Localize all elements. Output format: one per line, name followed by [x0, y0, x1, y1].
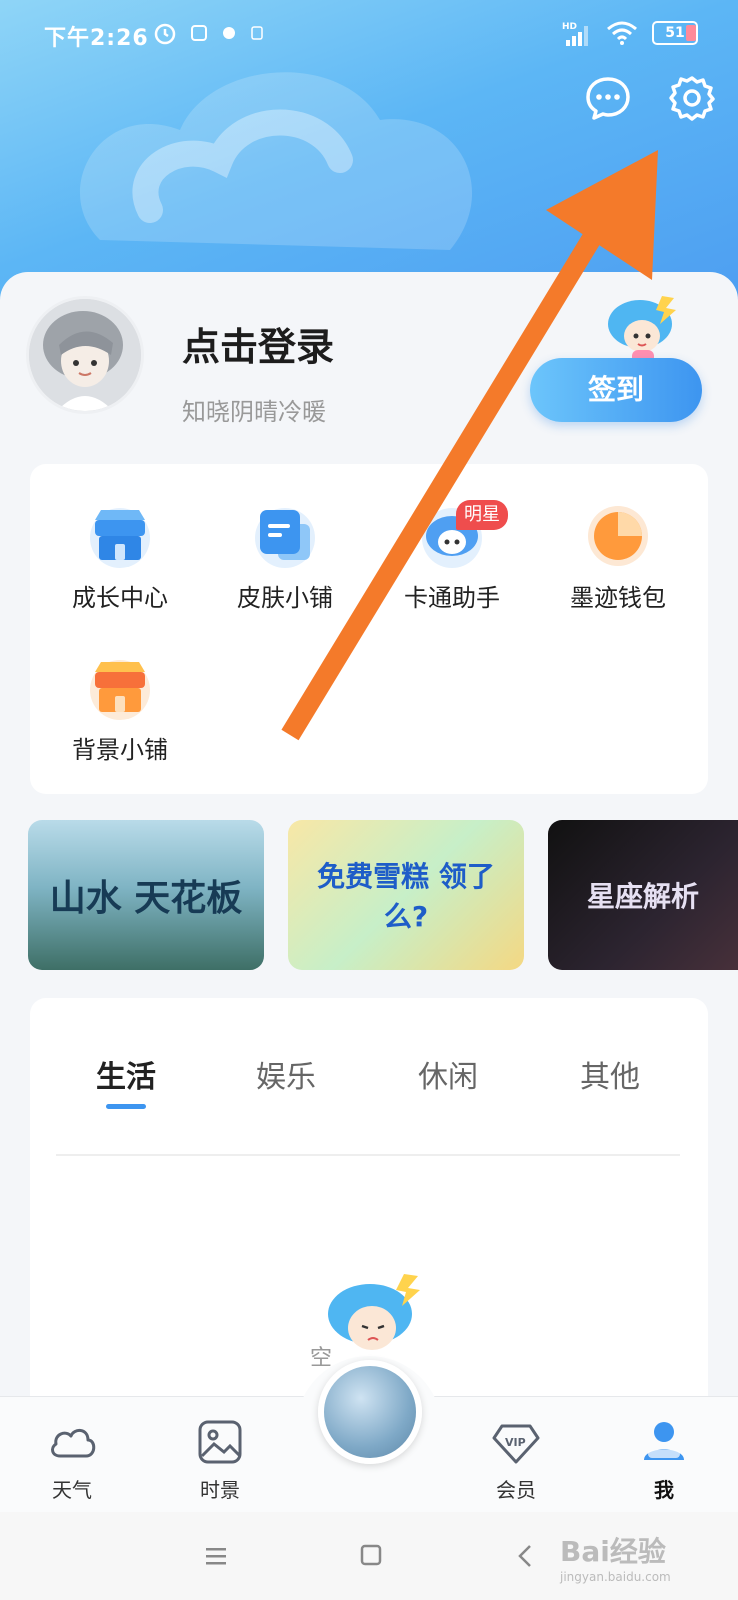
watermark-url: jingyan.baidu.com: [560, 1570, 671, 1584]
back-icon[interactable]: [506, 1540, 546, 1572]
banner-horoscope[interactable]: 星座解析: [548, 820, 738, 970]
tab-life[interactable]: 生活: [96, 1052, 156, 1096]
wallet-pie-icon: [588, 506, 648, 566]
banner-text: 星座解析: [586, 880, 699, 913]
profile-slogan: 知晓阴晴冷暖: [182, 398, 326, 426]
nav-label: 我: [654, 1478, 674, 1502]
tool-label: 背景小铺: [72, 736, 168, 764]
nav-label: 会员: [496, 1478, 536, 1502]
status-bar: 下午2:26 HD 51: [0, 0, 738, 70]
gear-icon: [669, 76, 715, 121]
status-notification-icons: [152, 20, 264, 46]
svg-text:VIP: VIP: [505, 1436, 526, 1449]
empty-state-mascot-icon: [328, 1274, 420, 1350]
watermark-brand: Bai经验: [560, 1535, 666, 1568]
star-badge: 明星: [456, 500, 508, 530]
menu-icon[interactable]: [196, 1540, 236, 1572]
tool-growth-center[interactable]: 成长中心: [40, 500, 200, 613]
home-icon[interactable]: [350, 1540, 390, 1572]
tool-moji-wallet[interactable]: 墨迹钱包: [538, 500, 698, 613]
shop-orange-icon: [90, 660, 150, 720]
tool-label: 成长中心: [72, 584, 168, 612]
nav-weather[interactable]: 天气: [22, 1416, 122, 1503]
banner-text: 免费雪糕 领了么?: [317, 860, 495, 933]
svg-text:HD: HD: [562, 22, 577, 32]
tab-entertainment[interactable]: 娱乐: [256, 1052, 316, 1096]
shop-blue-icon: [90, 508, 150, 568]
banner-landscape[interactable]: 山水 天花板: [28, 820, 264, 970]
vip-diamond-icon: VIP: [492, 1424, 540, 1464]
cloud-icon: [51, 1429, 96, 1458]
nav-vip[interactable]: VIP 会员: [466, 1416, 566, 1503]
message-button[interactable]: [584, 74, 632, 122]
tool-label: 墨迹钱包: [570, 584, 666, 612]
weather-notification-icon: [223, 27, 235, 39]
banner-ice-cream[interactable]: 免费雪糕 领了么?: [288, 820, 524, 970]
picture-icon: [198, 1420, 242, 1464]
nav-timescape[interactable]: 时景: [170, 1416, 270, 1503]
checkin-button[interactable]: 签到: [530, 358, 702, 422]
battery-indicator: 51: [652, 21, 698, 45]
nav-label: 天气: [52, 1478, 92, 1502]
wifi-icon: [607, 21, 637, 45]
mascot-icon: [608, 296, 676, 364]
signal-icon: HD: [562, 22, 588, 46]
tool-skin-shop[interactable]: 皮肤小铺: [205, 500, 365, 613]
tool-cartoon-assistant[interactable]: 卡通助手: [372, 500, 532, 613]
settings-button[interactable]: [668, 74, 716, 122]
tool-label: 卡通助手: [404, 584, 500, 612]
active-tab-indicator: [106, 1104, 146, 1109]
cloud-decoration: [79, 72, 473, 250]
app-notification-icon: [191, 25, 207, 41]
chat-bubble-icon: [586, 77, 630, 120]
nav-label: 时景: [200, 1478, 240, 1502]
skin-doc-icon: [255, 508, 315, 568]
tool-label: 皮肤小铺: [237, 584, 333, 612]
tabs-divider: [56, 1154, 680, 1156]
login-title[interactable]: 点击登录: [182, 316, 334, 371]
center-live-button[interactable]: [318, 1360, 422, 1464]
default-avatar-icon: [29, 299, 141, 411]
nav-me[interactable]: 我: [614, 1416, 714, 1503]
status-system-icons: HD 51: [562, 20, 698, 46]
tab-other[interactable]: 其他: [580, 1052, 640, 1096]
alarm-icon: [154, 23, 176, 45]
user-icon: [644, 1422, 684, 1460]
banner-text: 山水 天花板: [49, 877, 243, 919]
avatar[interactable]: [26, 296, 144, 414]
watermark: Bai经验 jingyan.baidu.com: [560, 1530, 671, 1584]
app-small-icon: [251, 26, 263, 40]
tab-leisure[interactable]: 休闲: [418, 1052, 478, 1096]
battery-level: 51: [665, 25, 685, 41]
status-time: 下午2:26: [44, 26, 149, 51]
tool-background-shop[interactable]: 背景小铺: [40, 652, 200, 765]
